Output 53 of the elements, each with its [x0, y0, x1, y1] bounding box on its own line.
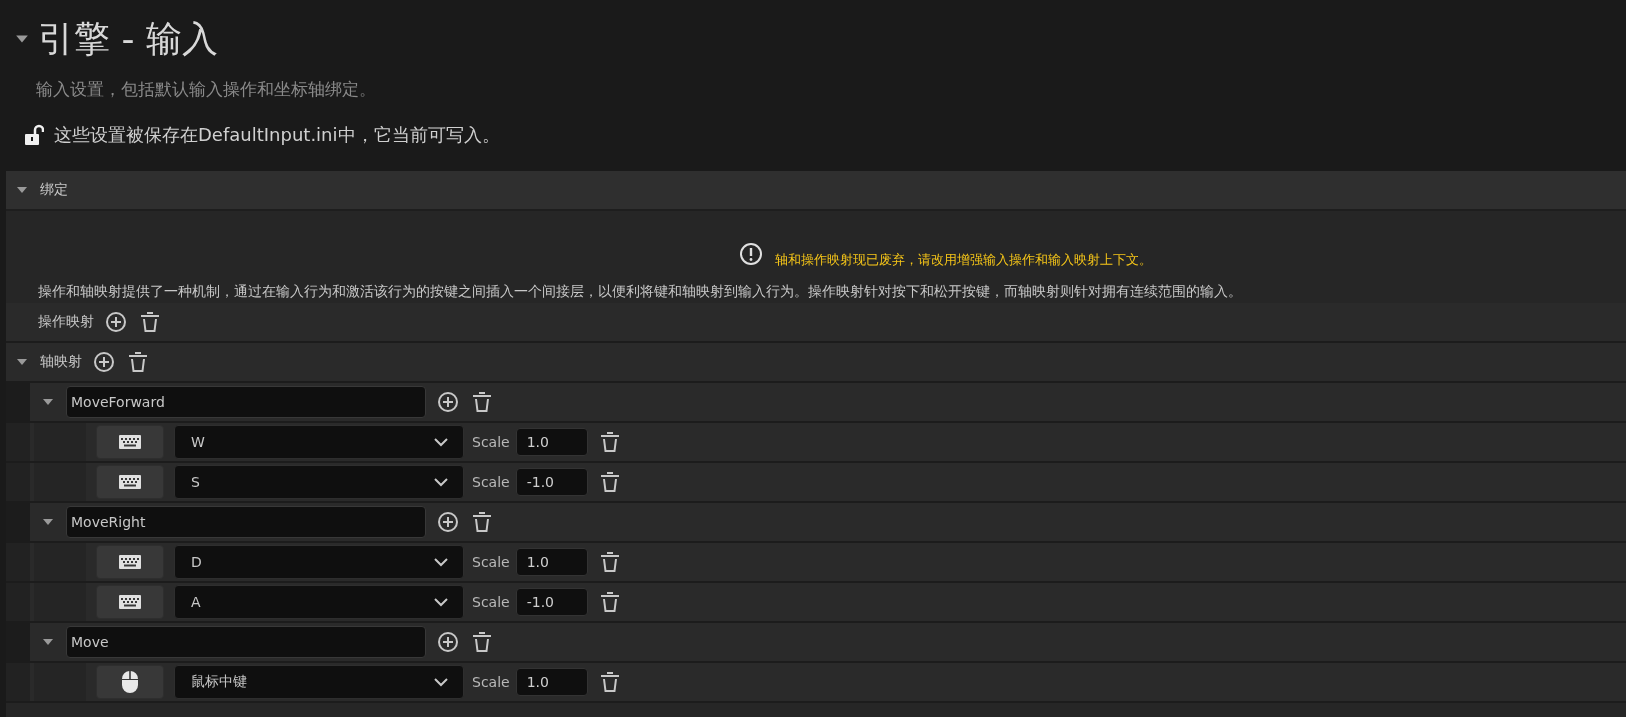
key-dropdown[interactable]: 鼠标中键 [174, 665, 464, 699]
scale-field[interactable]: 1.0 [515, 548, 588, 576]
mouse-icon [120, 669, 140, 695]
warning-icon [739, 242, 763, 266]
bindings-description: 操作和轴映射提供了一种机制，通过在输入行为和激活该行为的按键之间插入一个间接层，以便利将键和轴映射到输入行为。操作映射针对按下和松开按键，而轴映射则针对拥有连续范围的输入。 [37, 282, 1243, 301]
key-dropdown[interactable]: A [174, 585, 464, 619]
axis-mappings-label: 轴映射 [40, 353, 82, 371]
delete-button[interactable] [470, 390, 494, 414]
scale-field[interactable]: 1.0 [515, 428, 588, 456]
input-device-button[interactable] [96, 665, 164, 699]
deprecation-warning: 轴和操作映射现已废弃，请改用增强输入操作和输入映射上下文。 [775, 251, 1152, 269]
input-device-button[interactable] [96, 465, 164, 499]
config-file-notice: 这些设置被保存在DefaultInput.ini中，它当前可写入。 [54, 123, 500, 147]
scale-label: Scale [472, 434, 510, 450]
axis-name-field[interactable]: MoveForward [66, 386, 426, 418]
chevron-down-icon [433, 677, 449, 687]
axis-name-field[interactable]: MoveRight [66, 506, 426, 538]
key-dropdown[interactable]: S [174, 465, 464, 499]
action-mappings-label: 操作映射 [38, 313, 94, 331]
section-title: 绑定 [40, 181, 68, 199]
chevron-down-icon [433, 437, 449, 447]
page-subtitle: 输入设置，包括默认输入操作和坐标轴绑定。 [35, 78, 377, 101]
delete-button[interactable] [126, 350, 150, 374]
add-button[interactable] [104, 310, 128, 334]
delete-button[interactable] [470, 630, 494, 654]
scale-label: Scale [472, 474, 510, 490]
scale-field[interactable]: 1.0 [515, 668, 588, 696]
add-button[interactable] [436, 390, 460, 414]
chevron-down-icon [433, 557, 449, 567]
add-button[interactable] [92, 350, 116, 374]
add-button[interactable] [436, 630, 460, 654]
scale-label: Scale [472, 594, 510, 610]
axis-name-field[interactable]: Move [66, 626, 426, 658]
keyboard-icon [118, 434, 142, 450]
keyboard-icon [118, 554, 142, 570]
add-button[interactable] [436, 510, 460, 534]
delete-button[interactable] [138, 310, 162, 334]
key-dropdown[interactable]: D [174, 545, 464, 579]
scale-field[interactable]: -1.0 [515, 588, 588, 616]
scale-field[interactable]: -1.0 [515, 468, 588, 496]
key-dropdown[interactable]: W [174, 425, 464, 459]
input-device-button[interactable] [96, 585, 164, 619]
delete-button[interactable] [470, 510, 494, 534]
page-title: 引擎 - 输入 [38, 16, 218, 61]
keyboard-icon [118, 474, 142, 490]
chevron-down-icon [433, 597, 449, 607]
scale-label: Scale [472, 674, 510, 690]
chevron-down-icon [433, 477, 449, 487]
input-device-button[interactable] [96, 545, 164, 579]
scale-label: Scale [472, 554, 510, 570]
keyboard-icon [118, 594, 142, 610]
input-device-button[interactable] [96, 425, 164, 459]
unlock-icon [24, 124, 44, 146]
